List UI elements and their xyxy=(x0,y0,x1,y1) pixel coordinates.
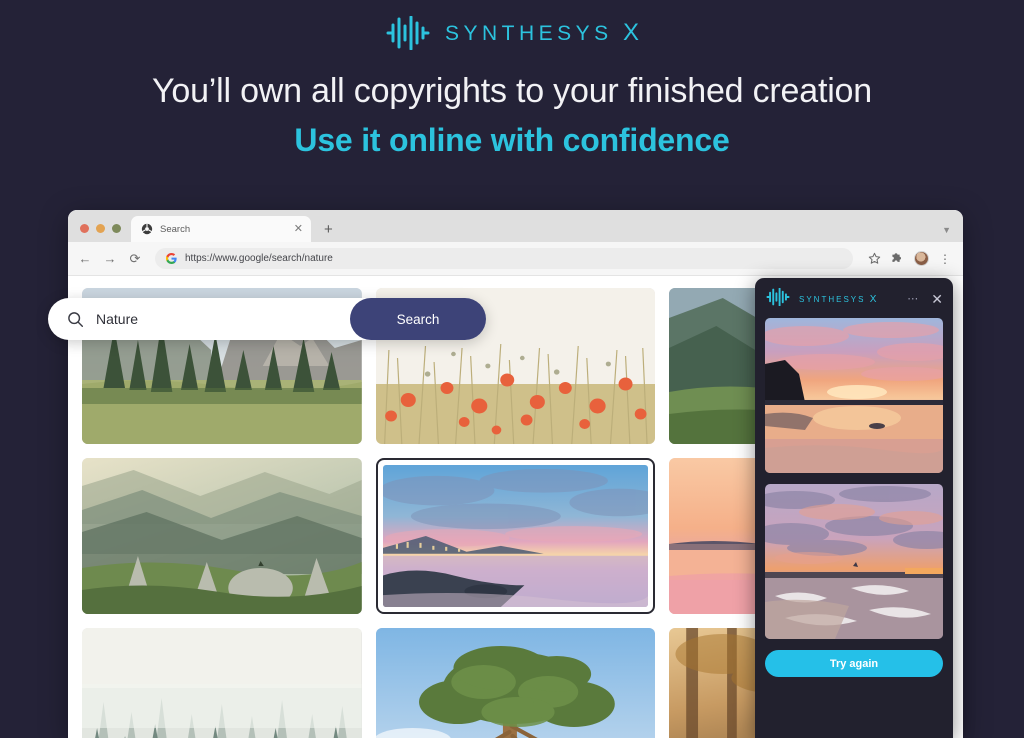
arrow-left-icon[interactable]: ← xyxy=(78,252,92,265)
star-icon[interactable] xyxy=(868,252,881,265)
browser-url-bar: ← → ⟳ https://www.google/search/nature ⋮ xyxy=(68,242,963,276)
brand-header: SYNTHESYS X xyxy=(0,16,1024,50)
grid-image-4[interactable] xyxy=(82,458,362,614)
tab-title: Search xyxy=(160,223,191,235)
hero-subheadline: Use it online with confidence xyxy=(294,122,730,158)
plus-icon[interactable]: + xyxy=(324,222,333,237)
try-again-button[interactable]: Try again xyxy=(765,650,943,677)
url-text: https://www.google/search/nature xyxy=(185,253,333,264)
search-icon xyxy=(68,311,84,327)
close-icon[interactable]: ✕ xyxy=(931,292,943,306)
search-input-value: Nature xyxy=(96,311,139,327)
chevron-down-icon[interactable]: ▼ xyxy=(942,225,951,235)
browser-tab[interactable]: Search ✕ xyxy=(131,216,311,242)
puzzle-piece-icon[interactable] xyxy=(891,252,904,265)
audio-waveform-icon xyxy=(385,16,431,50)
arrow-right-icon[interactable]: → xyxy=(103,252,117,265)
synthesys-side-panel: SYNTHESYS X ⋯ ✕ Try again xyxy=(755,278,953,738)
search-overlay[interactable]: Nature Search xyxy=(48,298,486,340)
promo-slide: SYNTHESYS X You’ll own all copyrights to… xyxy=(0,0,1024,738)
address-field[interactable]: https://www.google/search/nature xyxy=(155,248,853,269)
maximize-window-button[interactable] xyxy=(112,224,121,233)
close-icon[interactable]: ✕ xyxy=(294,223,303,235)
grid-image-5-selected[interactable] xyxy=(375,458,656,614)
avatar-icon[interactable] xyxy=(914,251,929,266)
kebab-menu-icon[interactable]: ⋮ xyxy=(939,253,951,265)
omnibox-actions: ⋮ xyxy=(868,251,951,266)
browser-tab-bar: Search ✕ + ▼ xyxy=(68,210,963,242)
grid-image-7[interactable] xyxy=(82,628,362,738)
panel-result-1[interactable] xyxy=(765,318,943,473)
panel-header: SYNTHESYS X ⋯ ✕ xyxy=(765,287,943,311)
brand-name: SYNTHESYS X xyxy=(444,19,640,46)
grid-image-8[interactable] xyxy=(375,628,656,738)
reload-icon[interactable]: ⟳ xyxy=(128,252,142,265)
panel-result-2[interactable] xyxy=(765,484,943,639)
hero-headline: You’ll own all copyrights to your finish… xyxy=(152,72,872,110)
audio-waveform-icon xyxy=(765,287,791,311)
google-g-icon xyxy=(166,253,177,264)
search-input[interactable]: Nature xyxy=(48,311,350,328)
minimize-window-button[interactable] xyxy=(96,224,105,233)
close-window-button[interactable] xyxy=(80,224,89,233)
ellipsis-icon[interactable]: ⋯ xyxy=(907,293,918,305)
panel-brand-name: SYNTHESYS X xyxy=(799,293,877,305)
globe-icon xyxy=(141,223,153,235)
panel-brand: SYNTHESYS X xyxy=(765,287,907,311)
window-controls[interactable] xyxy=(68,224,131,242)
search-button[interactable]: Search xyxy=(350,298,486,340)
